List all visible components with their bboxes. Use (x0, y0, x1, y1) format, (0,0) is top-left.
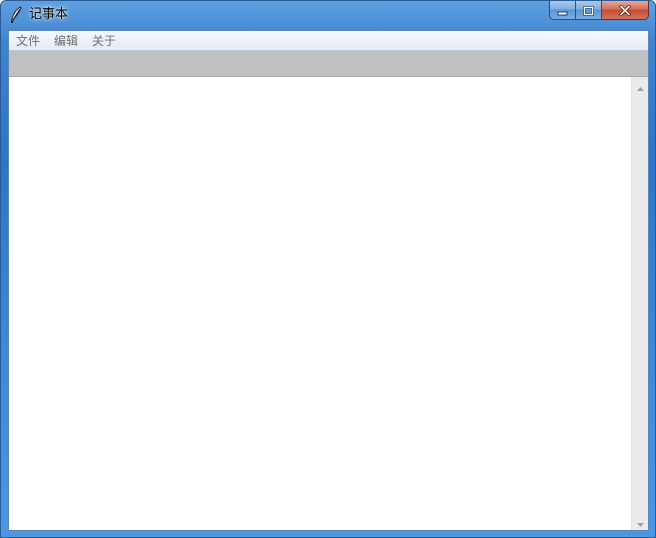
window-title: 记事本 (29, 7, 69, 22)
notepad-window: 记事本 文件 编辑 关于 (0, 0, 656, 538)
feather-quill-icon (9, 6, 23, 24)
scroll-down-arrow-icon (636, 512, 644, 530)
scroll-up-button[interactable] (632, 77, 648, 94)
close-button[interactable] (602, 1, 649, 20)
menu-bar: 文件 编辑 关于 (9, 31, 648, 51)
menu-file[interactable]: 文件 (15, 32, 41, 50)
text-editor[interactable] (9, 77, 631, 530)
vertical-scrollbar[interactable] (631, 77, 648, 530)
menu-edit[interactable]: 编辑 (53, 32, 79, 50)
maximize-button[interactable] (576, 1, 602, 20)
minimize-icon (557, 1, 568, 20)
caption-buttons (549, 1, 649, 21)
maximize-icon (583, 1, 594, 20)
toolbar (9, 51, 648, 77)
close-icon (618, 1, 632, 20)
window-bottom-border (1, 531, 655, 537)
client-area: 文件 编辑 关于 (8, 30, 649, 531)
scroll-up-arrow-icon (636, 76, 644, 95)
scroll-down-button[interactable] (632, 513, 648, 530)
title-bar[interactable]: 记事本 (1, 1, 655, 29)
menu-about[interactable]: 关于 (91, 32, 117, 50)
minimize-button[interactable] (549, 1, 576, 20)
